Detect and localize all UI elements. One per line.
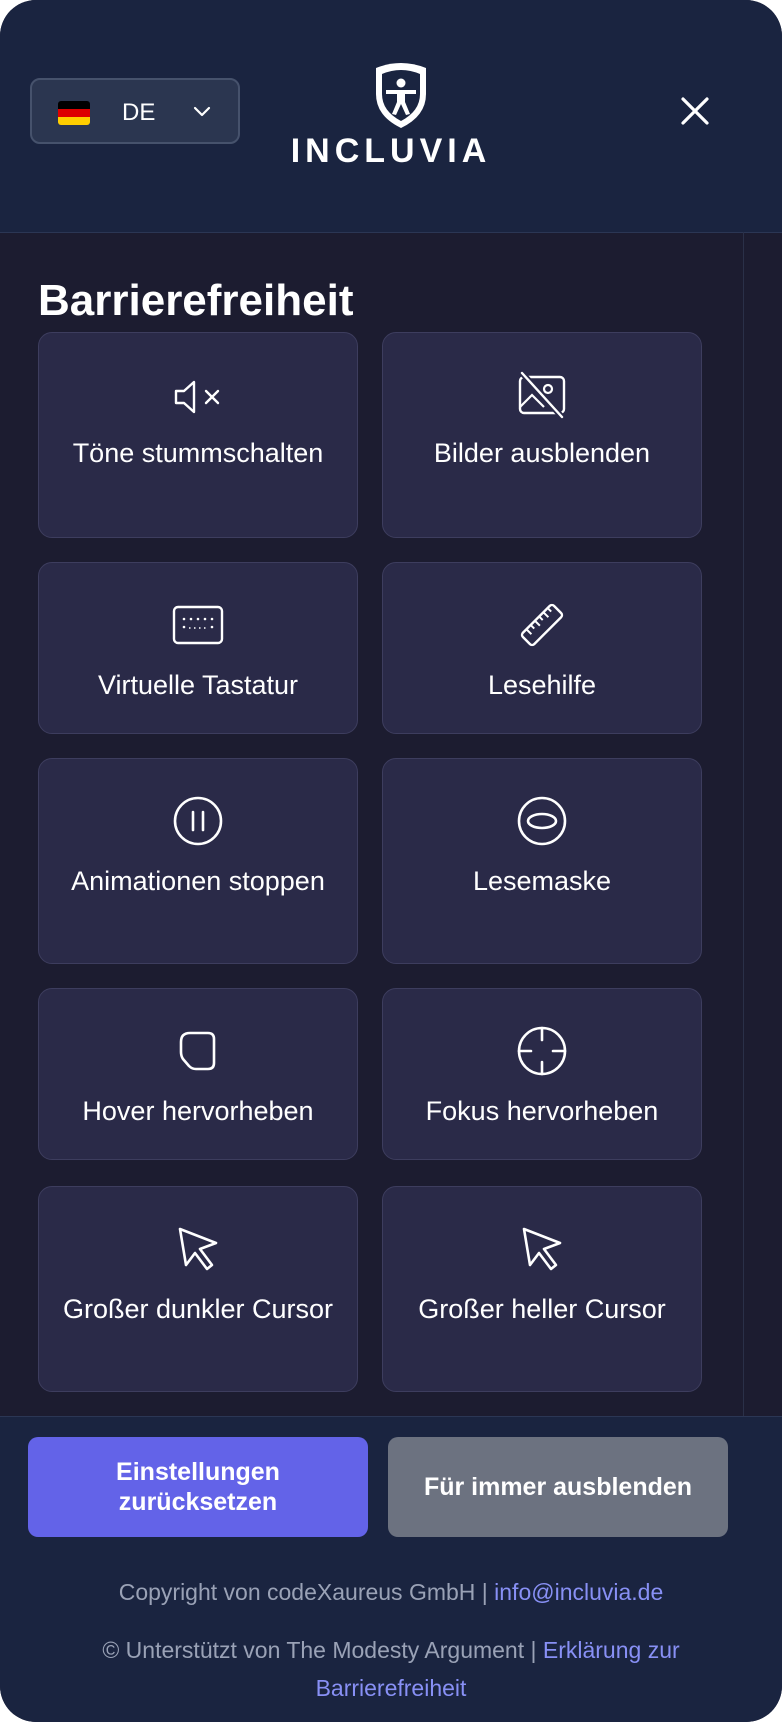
section-title: Barrierefreiheit xyxy=(38,276,354,325)
feature-card-highlight-hover[interactable]: Hover hervorheben xyxy=(38,988,358,1160)
copyright-line: Copyright von codeXaureus GmbH | info@in… xyxy=(40,1573,742,1611)
feature-card-reading-guide[interactable]: Lesehilfe xyxy=(382,562,702,734)
ruler-icon xyxy=(520,603,564,647)
feature-label: Großer heller Cursor xyxy=(418,1294,666,1324)
hide-forever-button[interactable]: Für immer ausblenden xyxy=(388,1437,728,1537)
feature-card-large-dark-cursor[interactable]: Großer dunkler Cursor xyxy=(38,1186,358,1392)
pause-icon xyxy=(173,796,223,846)
hover-highlight-icon xyxy=(179,1031,216,1071)
keyboard-icon xyxy=(172,605,224,645)
close-icon[interactable] xyxy=(670,86,720,136)
reset-settings-button[interactable]: Einstellungen zurücksetzen xyxy=(28,1437,368,1537)
brand-name: INCLUVIA xyxy=(290,132,492,170)
chevron-down-icon xyxy=(193,106,211,117)
language-code: DE xyxy=(122,99,156,126)
feature-label: Lesemaske xyxy=(472,866,612,896)
feature-label: Animationen stoppen xyxy=(71,866,325,896)
incluvia-logo-icon xyxy=(376,63,426,128)
cursor-icon xyxy=(178,1227,218,1271)
hide-images-icon xyxy=(518,370,566,420)
copyright-text: Copyright von codeXaureus GmbH | xyxy=(118,1579,495,1605)
reading-mask-icon xyxy=(517,796,567,846)
supported-text: © Unterstützt von The Modesty Argument | xyxy=(102,1637,543,1663)
feature-label: Bilder ausblenden xyxy=(433,438,651,468)
feature-label: Töne stummschalten xyxy=(72,438,324,468)
panel-header: DE INCLUVIA xyxy=(0,0,782,233)
feature-card-large-light-cursor[interactable]: Großer heller Cursor xyxy=(382,1186,702,1392)
feature-card-virtual-keyboard[interactable]: Virtuelle Tastatur xyxy=(38,562,358,734)
feature-card-stop-animations[interactable]: Animationen stoppen xyxy=(38,758,358,964)
feature-card-mute-sounds[interactable]: Töne stummschalten xyxy=(38,332,358,538)
feature-label: Fokus hervorheben xyxy=(425,1096,659,1126)
crosshair-icon xyxy=(517,1026,567,1076)
feature-label: Lesehilfe xyxy=(487,670,597,700)
feature-label: Virtuelle Tastatur xyxy=(97,670,299,700)
feature-label: Großer dunkler Cursor xyxy=(62,1294,334,1324)
email-link[interactable]: info@incluvia.de xyxy=(494,1579,663,1605)
feature-card-highlight-focus[interactable]: Fokus hervorheben xyxy=(382,988,702,1160)
scrollbar-track[interactable] xyxy=(743,232,744,1416)
mute-icon xyxy=(174,380,220,414)
feature-label: Hover hervorheben xyxy=(82,1096,314,1126)
panel-footer: Einstellungen zurücksetzen Für immer aus… xyxy=(0,1416,782,1722)
supported-line: © Unterstützt von The Modesty Argument |… xyxy=(48,1631,734,1707)
feature-card-hide-images[interactable]: Bilder ausblenden xyxy=(382,332,702,538)
feature-card-reading-mask[interactable]: Lesemaske xyxy=(382,758,702,964)
cursor-icon xyxy=(522,1227,562,1271)
german-flag-icon xyxy=(58,101,90,125)
accessibility-panel: DE INCLUVIA Barrierefreiheit Töne stumms… xyxy=(0,0,782,1722)
